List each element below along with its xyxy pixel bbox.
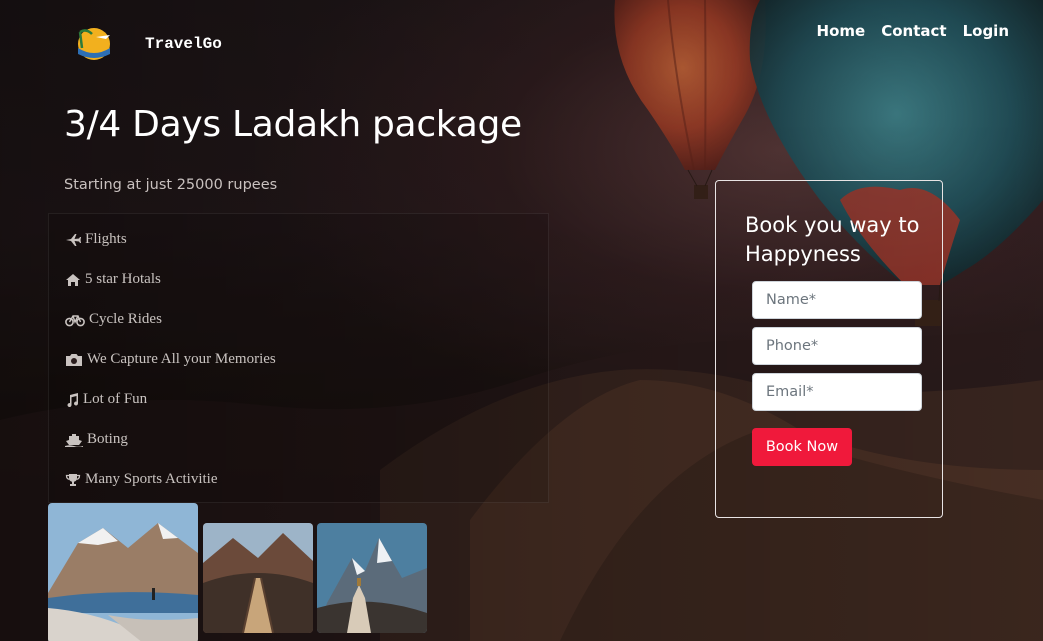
- feature-item: 5 star Hotals: [65, 271, 161, 288]
- gallery-image-pangong-lake[interactable]: [48, 503, 198, 641]
- bicycle-icon: [65, 313, 85, 327]
- feature-item: Cycle Rides: [65, 311, 162, 328]
- feature-item: Boting: [65, 431, 128, 448]
- travelgo-logo[interactable]: [66, 24, 120, 64]
- booking-form: Book you way to Happyness Book Now: [715, 180, 943, 518]
- brand-name[interactable]: TravelGo: [145, 35, 222, 53]
- feature-item: Flights: [65, 231, 127, 248]
- package-title: 3/4 Days Ladakh package: [64, 104, 522, 145]
- email-input[interactable]: [752, 373, 922, 411]
- feature-list: Flights 5 star Hotals Cycle Rides We Cap…: [48, 213, 549, 503]
- feature-item: Lot of Fun: [65, 391, 147, 408]
- music-icon: [65, 392, 79, 407]
- camera-icon: [65, 353, 83, 367]
- nav-contact-link[interactable]: Contact: [881, 22, 946, 40]
- booking-form-title: Book you way to Happyness: [745, 213, 920, 266]
- feature-item: We Capture All your Memories: [65, 351, 276, 368]
- nav-home-link[interactable]: Home: [817, 22, 866, 40]
- gallery-image-bridge-valley[interactable]: [203, 523, 313, 633]
- nav-login-link[interactable]: Login: [963, 22, 1009, 40]
- plane-icon: [65, 233, 81, 247]
- gallery-image-monastery-peaks[interactable]: [317, 523, 427, 633]
- phone-input[interactable]: [752, 327, 922, 365]
- package-price-subtitle: Starting at just 25000 rupees: [64, 177, 278, 193]
- top-nav: Home Contact Login: [817, 22, 1009, 40]
- ship-icon: [65, 433, 83, 447]
- name-input[interactable]: [752, 281, 922, 319]
- book-now-button[interactable]: Book Now: [752, 428, 852, 466]
- logo-icon: [78, 28, 110, 60]
- feature-item: Many Sports Activitie: [65, 471, 218, 488]
- trophy-icon: [65, 473, 81, 487]
- home-icon: [65, 273, 81, 287]
